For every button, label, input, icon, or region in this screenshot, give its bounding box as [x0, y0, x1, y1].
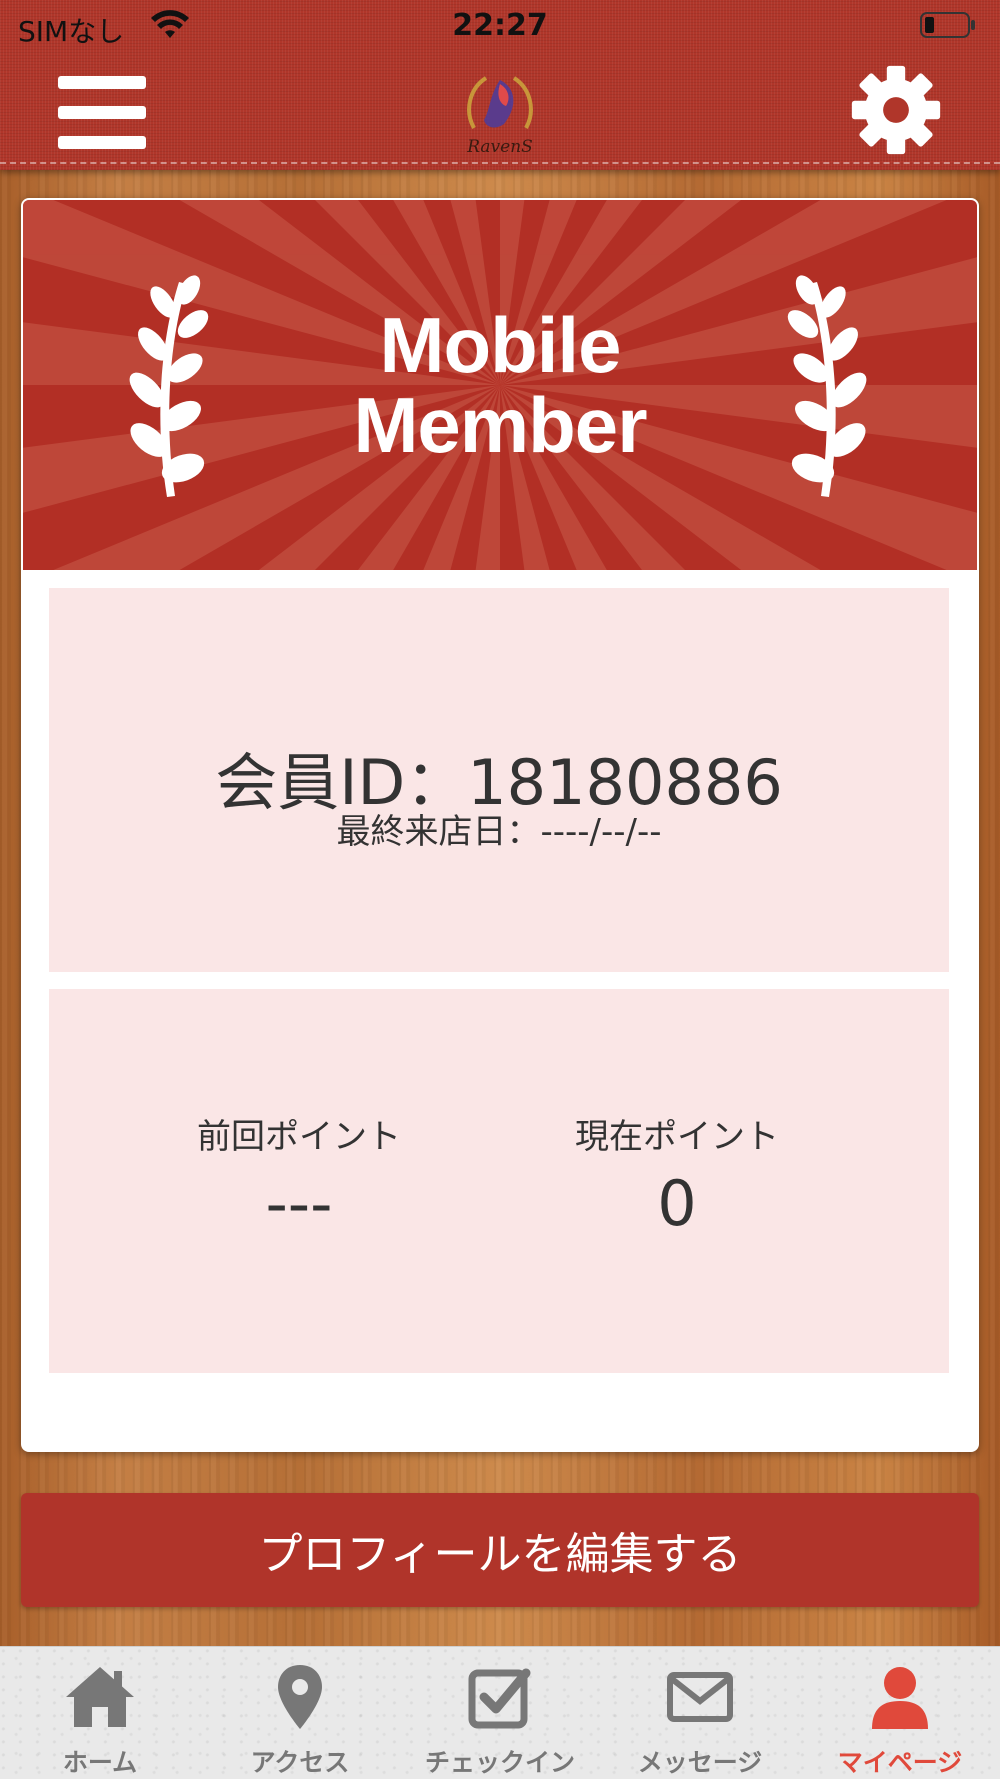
- tab-message-label: メッセージ: [637, 1748, 763, 1777]
- tab-home-label: ホーム: [62, 1748, 138, 1777]
- person-icon: [872, 1667, 928, 1729]
- tab-access[interactable]: アクセス: [200, 1647, 400, 1779]
- last-visit-date: 最終来店日：----/--/--: [336, 812, 662, 852]
- previous-points-value: ---: [265, 1167, 333, 1240]
- app-header: SIMなし 22:27 RavenS: [0, 0, 1000, 170]
- settings-gear-icon[interactable]: [850, 64, 942, 156]
- points-panel: 前回ポイント --- 現在ポイント 0: [49, 989, 949, 1373]
- tab-home[interactable]: ホーム: [0, 1647, 200, 1779]
- member-card: Mobile Member 会員ID：18180886 最終来店日：----/-…: [21, 198, 979, 1452]
- hamburger-menu-icon[interactable]: [58, 76, 146, 150]
- ravens-logo: RavenS: [466, 76, 533, 157]
- envelope-icon: [667, 1672, 733, 1722]
- previous-points-label: 前回ポイント: [197, 1117, 401, 1157]
- tab-mypage-label: マイページ: [837, 1748, 963, 1777]
- edit-profile-button[interactable]: プロフィールを編集する: [21, 1493, 979, 1607]
- battery-icon: [920, 12, 975, 38]
- current-points-label: 現在ポイント: [575, 1117, 779, 1157]
- tab-access-label: アクセス: [250, 1748, 350, 1777]
- member-banner: Mobile Member: [23, 200, 977, 570]
- tab-message[interactable]: メッセージ: [600, 1647, 800, 1779]
- current-points-value: 0: [657, 1167, 697, 1240]
- tab-checkin-label: チェックイン: [424, 1748, 575, 1777]
- status-bar: SIMなし 22:27: [0, 0, 1000, 54]
- tab-checkin[interactable]: チェックイン: [400, 1647, 600, 1779]
- checkbox-icon: [468, 1668, 531, 1729]
- tab-mypage[interactable]: マイページ: [800, 1647, 1000, 1779]
- member-id-panel: 会員ID：18180886 最終来店日：----/--/--: [49, 588, 949, 972]
- clock: 22:27: [452, 8, 548, 43]
- banner-title-line1: Mobile: [379, 301, 622, 389]
- svg-text:RavenS: RavenS: [466, 137, 533, 157]
- bottom-tab-bar: ホーム アクセス チェックイン メッセージ マイページ: [0, 1646, 1000, 1779]
- banner-title-line2: Member: [353, 381, 647, 469]
- home-icon: [66, 1667, 134, 1727]
- location-pin-icon: [278, 1665, 322, 1729]
- banner-title: Mobile Member: [23, 305, 977, 465]
